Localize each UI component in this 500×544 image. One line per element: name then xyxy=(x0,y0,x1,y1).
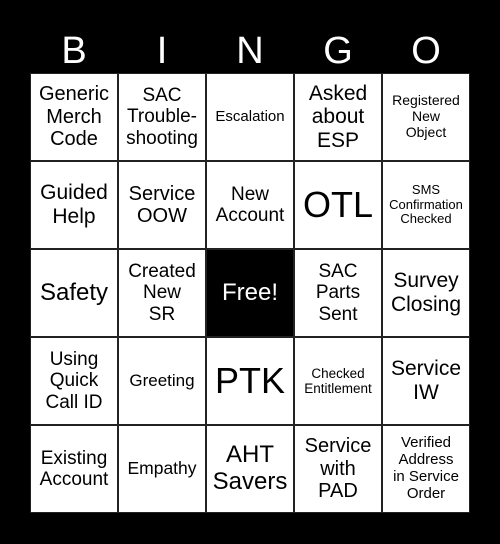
bingo-cell[interactable]: Checked Entitlement xyxy=(294,337,382,425)
header-letter-i: I xyxy=(156,30,168,72)
bingo-cell[interactable]: Service OOW xyxy=(118,161,206,249)
bingo-cell[interactable]: Escalation xyxy=(206,73,294,161)
header-letter-o: O xyxy=(411,30,441,72)
bingo-cell[interactable]: SAC Trouble- shooting xyxy=(118,73,206,161)
bingo-cell[interactable]: OTL xyxy=(294,161,382,249)
bingo-header: B I N G O xyxy=(30,28,470,74)
bingo-cell[interactable]: Using Quick Call ID xyxy=(30,337,118,425)
bingo-cell[interactable]: Asked about ESP xyxy=(294,73,382,161)
bingo-grid: Generic Merch Code SAC Trouble- shooting… xyxy=(30,73,470,513)
bingo-cell[interactable]: Verified Address in Service Order xyxy=(382,425,470,513)
bingo-cell[interactable]: New Account xyxy=(206,161,294,249)
bingo-cell[interactable]: Guided Help xyxy=(30,161,118,249)
bingo-cell[interactable]: Service with PAD xyxy=(294,425,382,513)
bingo-cell[interactable]: Generic Merch Code xyxy=(30,73,118,161)
bingo-cell[interactable]: SAC Parts Sent xyxy=(294,249,382,337)
bingo-cell[interactable]: Survey Closing xyxy=(382,249,470,337)
free-space-cell[interactable]: Free! xyxy=(206,249,294,337)
bingo-cell[interactable]: Created New SR xyxy=(118,249,206,337)
bingo-cell[interactable]: Existing Account xyxy=(30,425,118,513)
bingo-cell[interactable]: Service IW xyxy=(382,337,470,425)
header-letter-g: G xyxy=(323,30,353,72)
bingo-cell[interactable]: SMS Confirmation Checked xyxy=(382,161,470,249)
bingo-cell[interactable]: Greeting xyxy=(118,337,206,425)
bingo-cell[interactable]: Empathy xyxy=(118,425,206,513)
bingo-cell[interactable]: PTK xyxy=(206,337,294,425)
bingo-cell[interactable]: AHT Savers xyxy=(206,425,294,513)
bingo-cell[interactable]: Registered New Object xyxy=(382,73,470,161)
header-letter-n: N xyxy=(236,30,264,72)
bingo-cell[interactable]: Safety xyxy=(30,249,118,337)
header-letter-b: B xyxy=(61,30,87,72)
